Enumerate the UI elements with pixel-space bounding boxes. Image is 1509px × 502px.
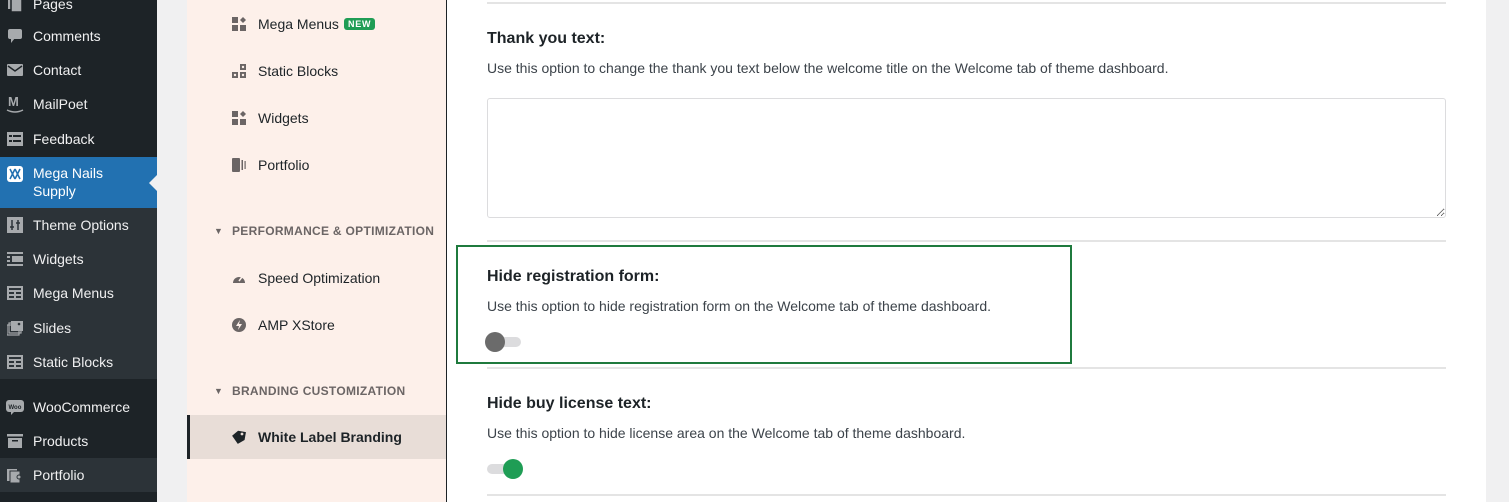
toggle-knob xyxy=(485,332,505,352)
option-description: Use this option to hide registration for… xyxy=(487,298,992,314)
option-title-hide-buy-license-text: Hide buy license text: xyxy=(487,395,652,412)
caret-down-icon: ▼ xyxy=(214,226,223,236)
option-title-thank-you-text: Thank you text: xyxy=(487,30,606,47)
xstore-icon xyxy=(6,165,24,183)
sidebar-item-feedback[interactable]: Feedback xyxy=(0,130,157,148)
panel-item-amp-xstore[interactable]: AMP XStore xyxy=(187,303,446,347)
sidebar-item-portfolio[interactable]: Portfolio xyxy=(0,466,157,484)
sidebar-item-woocommerce[interactable]: Woo WooCommerce xyxy=(0,398,157,416)
sidebar-item-slides[interactable]: Slides xyxy=(0,319,157,337)
panel-item-mega-menus[interactable]: Mega Menus NEW xyxy=(187,2,446,46)
sidebar-item-contact[interactable]: Contact xyxy=(0,61,157,79)
app-root: Pages Comments Contact M MailPoet Feedba… xyxy=(0,0,1509,502)
comments-icon xyxy=(6,27,24,45)
sidebar-item-products[interactable]: Products xyxy=(0,432,157,450)
panel-item-static-blocks[interactable]: Static Blocks xyxy=(187,49,446,93)
archive-icon xyxy=(6,432,24,450)
panel-item-portfolio[interactable]: Portfolio xyxy=(187,143,446,187)
toggle-knob xyxy=(503,459,523,479)
pages-icon xyxy=(6,0,24,13)
divider xyxy=(487,494,1446,496)
divider xyxy=(487,2,1446,4)
theme-options-panel: Mega Menus NEW Static Blocks Widgets Port… xyxy=(187,0,446,502)
thank-you-text-textarea[interactable] xyxy=(487,98,1446,218)
option-title-hide-registration-form: Hide registration form: xyxy=(487,268,660,285)
svg-text:Woo: Woo xyxy=(9,405,22,411)
sidebar-item-mega-nails-supply[interactable]: Mega Nails Supply xyxy=(0,164,157,200)
sidebar-item-theme-options[interactable]: Theme Options xyxy=(0,216,157,234)
feedback-icon xyxy=(6,130,24,148)
wp-admin-sidebar: Pages Comments Contact M MailPoet Feedba… xyxy=(0,0,157,502)
active-menu-arrow-icon xyxy=(149,175,157,191)
lightning-icon xyxy=(231,317,247,333)
sidebar-item-widgets[interactable]: Widgets xyxy=(0,250,157,268)
widgets-grid-icon xyxy=(231,16,247,32)
grid-icon xyxy=(6,284,24,302)
divider xyxy=(487,367,1446,369)
widgets-icon xyxy=(6,250,24,268)
slides-icon xyxy=(6,319,24,337)
woo-icon: Woo xyxy=(6,398,24,416)
caret-down-icon: ▼ xyxy=(214,386,223,396)
section-branding-customization[interactable]: ▼ BRANDING CUSTOMIZATION xyxy=(187,381,446,401)
tag-icon xyxy=(231,429,247,445)
panel-item-label: Mega Menus xyxy=(258,16,339,32)
option-description: Use this option to change the thank you … xyxy=(487,60,1169,76)
grid-icon xyxy=(6,353,24,371)
portfolio-icon xyxy=(231,157,247,173)
portfolio-icon xyxy=(6,466,24,484)
sidebar-item-mega-menus[interactable]: Mega Menus xyxy=(0,284,157,302)
panel-item-white-label-branding[interactable]: White Label Branding xyxy=(187,415,446,459)
envelope-icon xyxy=(6,61,24,79)
speedometer-icon xyxy=(231,270,247,286)
option-description: Use this option to hide license area on … xyxy=(487,425,966,441)
static-blocks-icon xyxy=(231,63,247,79)
hide-registration-form-toggle[interactable] xyxy=(485,331,523,353)
new-badge: NEW xyxy=(343,18,376,30)
svg-text:M: M xyxy=(8,94,19,109)
section-performance-optimization[interactable]: ▼ PERFORMANCE & OPTIMIZATION xyxy=(187,221,446,241)
sidebar-item-static-blocks[interactable]: Static Blocks xyxy=(0,353,157,371)
active-indicator xyxy=(187,415,190,459)
divider xyxy=(487,240,1446,242)
hide-buy-license-text-toggle[interactable] xyxy=(485,458,523,480)
panel-item-speed-optimization[interactable]: Speed Optimization xyxy=(187,256,446,300)
panel-item-widgets[interactable]: Widgets xyxy=(187,96,446,140)
sidebar-item-mailpoet[interactable]: M MailPoet xyxy=(0,94,157,113)
sidebar-item-comments[interactable]: Comments xyxy=(0,27,157,45)
sidebar-item-pages[interactable]: Pages xyxy=(0,0,157,13)
settings-content: Thank you text: Use this option to chang… xyxy=(447,0,1486,502)
sliders-icon xyxy=(6,216,24,234)
widgets-grid-icon xyxy=(231,110,247,126)
mailpoet-icon: M xyxy=(6,94,24,113)
